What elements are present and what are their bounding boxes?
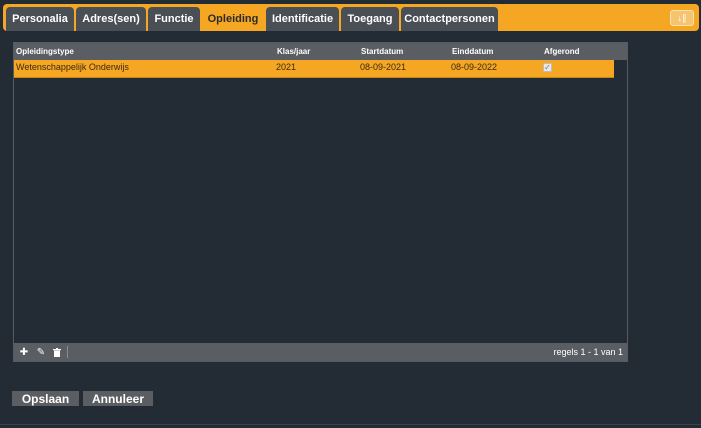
delete-row-button[interactable] [50,345,64,359]
cell-startdatum: 08-09-2021 [360,62,407,72]
download-button[interactable]: ↓∥ [670,10,694,26]
download-icon: ↓∥ [677,12,687,23]
pencil-icon: ✎ [36,346,46,358]
trash-icon [53,347,61,357]
column-header-einddatum[interactable]: Einddatum [452,43,493,60]
cell-opleidingstype: Wetenschappelijk Onderwijs [16,62,129,72]
cell-klas-jaar: 2021 [276,62,297,72]
tab-bar: Personalia Adres(sen) Functie Opleiding … [3,4,699,31]
pager-info: regels 1 - 1 van 1 [553,347,623,357]
save-button[interactable]: Opslaan [12,391,79,406]
plus-icon: ✚ [19,346,29,358]
column-header-klas-jaar[interactable]: Klas/jaar [277,43,310,60]
edit-row-button[interactable]: ✎ [34,345,48,359]
column-header-startdatum[interactable]: Startdatum [361,43,403,60]
tab-toegang[interactable]: Toegang [341,7,399,31]
cancel-button[interactable]: Annuleer [83,391,153,406]
tab-adressen[interactable]: Adres(sen) [76,7,146,31]
table-row[interactable]: Wetenschappelijk Onderwijs 2021 08-09-20… [14,60,614,78]
column-header-opleidingstype[interactable]: Opleidingstype [16,43,74,60]
bottom-divider [0,424,701,425]
tab-identificatie[interactable]: Identificatie [266,7,339,31]
education-grid: Opleidingstype Klas/jaar Startdatum Eind… [13,42,628,362]
afgerond-checkbox[interactable]: ✓ [543,63,552,72]
grid-header: Opleidingstype Klas/jaar Startdatum Eind… [14,43,627,60]
tab-contactpersonen[interactable]: Contactpersonen [401,7,498,31]
footer-divider [67,346,68,358]
cell-einddatum: 08-09-2022 [451,62,498,72]
tab-functie[interactable]: Functie [148,7,200,31]
grid-footer: ✚ ✎ regels 1 - 1 van 1 [14,343,627,361]
tab-personalia[interactable]: Personalia [6,7,74,31]
add-row-button[interactable]: ✚ [17,345,31,359]
column-header-afgerond[interactable]: Afgerond [544,43,580,60]
tab-opleiding[interactable]: Opleiding [202,7,264,31]
